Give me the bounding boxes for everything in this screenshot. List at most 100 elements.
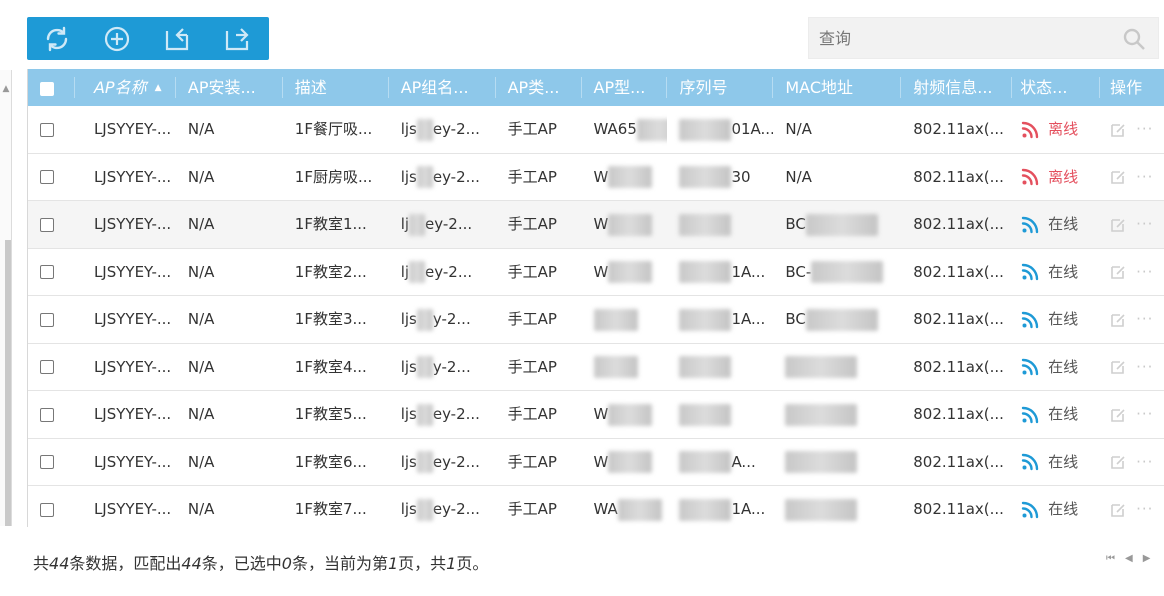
actions-cell: ··· [1100, 391, 1164, 438]
wifi-online-icon [1020, 263, 1048, 281]
actions-cell: ··· [1100, 439, 1164, 486]
row-checkbox[interactable] [40, 170, 54, 184]
refresh-button[interactable] [27, 17, 87, 60]
row-checkbox[interactable] [40, 122, 54, 137]
export-button[interactable] [207, 17, 267, 60]
description-cell: 1F教室6... [294, 452, 367, 471]
redaction-blur [608, 403, 653, 426]
model-text: W [593, 452, 609, 471]
col-header-ap-name[interactable]: AP名称 ▲ [75, 69, 176, 106]
edit-icon[interactable] [1110, 264, 1126, 280]
table-row[interactable]: LJSYYEY-... N/A 1F厨房吸... ljs ey-2... 手工AP W 30 N… [28, 154, 1164, 201]
more-actions-icon[interactable]: ··· [1136, 358, 1153, 376]
row-checkbox[interactable] [40, 455, 54, 469]
select-all-cell[interactable] [28, 69, 75, 106]
col-header-description[interactable]: 描述 [283, 69, 389, 106]
row-select-cell[interactable] [28, 486, 75, 527]
radio-info-cell: 802.11ax(... [913, 405, 1004, 423]
first-page-icon[interactable]: ⏮ [1106, 553, 1125, 564]
table-row[interactable]: LJSYYEY-... N/A 1F教室3... ljs y-2... 手工AP 1A...… [28, 296, 1164, 344]
row-checkbox[interactable] [40, 407, 54, 422]
table-row[interactable]: LJSYYEY-... N/A 1F教室1... lj ey-2... 手工AP W BC 80… [28, 201, 1164, 249]
import-button[interactable] [147, 17, 207, 60]
col-header-status[interactable]: 状态... [1012, 69, 1100, 106]
mac-cell: N/A [773, 154, 901, 201]
edit-icon[interactable] [1110, 502, 1126, 518]
redaction-blur [679, 118, 732, 141]
more-actions-icon[interactable]: ··· [1136, 263, 1153, 281]
wifi-online-icon [1020, 310, 1048, 328]
scrollbar-thumb[interactable] [5, 240, 11, 526]
row-select-cell[interactable] [28, 344, 75, 391]
table-row[interactable]: LJSYYEY-... N/A 1F教室6... ljs ey-2... 手工AP W A..… [28, 439, 1164, 486]
col-header-type[interactable]: AP类... [496, 69, 582, 106]
row-select-cell[interactable] [28, 439, 75, 486]
row-select-cell[interactable] [28, 391, 75, 438]
edit-icon[interactable] [1110, 122, 1126, 138]
redaction-blur [679, 213, 732, 236]
edit-icon[interactable] [1110, 359, 1126, 375]
edit-icon[interactable] [1110, 169, 1126, 185]
more-actions-icon[interactable]: ··· [1136, 168, 1153, 186]
group-suffix: ey-2... [425, 215, 473, 233]
description-cell: 1F教室7... [294, 500, 367, 518]
row-checkbox[interactable] [40, 502, 54, 517]
row-select-cell[interactable] [28, 296, 75, 343]
group-cell: ljs ey-2... [389, 391, 496, 438]
table-row[interactable]: LJSYYEY-... N/A 1F餐厅吸... ljs ey-2... 手工AP WA65… [28, 106, 1164, 154]
search-box[interactable] [808, 17, 1159, 59]
table-row[interactable]: LJSYYEY-... N/A 1F教室7... ljs ey-2... 手工AP WA 1A… [28, 486, 1164, 527]
row-checkbox[interactable] [40, 217, 54, 232]
more-actions-icon[interactable]: ··· [1136, 453, 1153, 471]
table-row[interactable]: LJSYYEY-... N/A 1F教室4... ljs y-2... 手工AP 802.1… [28, 344, 1164, 391]
table-row[interactable]: LJSYYEY-... N/A 1F教室2... lj ey-2... 手工AP W 1A..… [28, 249, 1164, 296]
row-select-cell[interactable] [28, 154, 75, 201]
prev-page-icon[interactable]: ◀ [1125, 553, 1143, 564]
more-actions-icon[interactable]: ··· [1136, 215, 1153, 233]
search-input[interactable] [809, 18, 1109, 58]
table-row[interactable]: LJSYYEY-... N/A 1F教室5... ljs ey-2... 手工AP W 802… [28, 391, 1164, 439]
more-actions-icon[interactable]: ··· [1136, 310, 1153, 328]
row-checkbox[interactable] [40, 312, 54, 327]
col-header-radio[interactable]: 射频信息... [901, 69, 1013, 106]
col-header-install[interactable]: AP安装... [176, 69, 283, 106]
description-cell: 1F教室1... [294, 215, 367, 233]
row-select-cell[interactable] [28, 201, 75, 248]
add-button[interactable] [87, 17, 147, 60]
col-header-model[interactable]: AP型... [582, 69, 668, 106]
edit-icon[interactable] [1110, 454, 1126, 470]
serial-cell: A... [667, 439, 773, 486]
left-panel-scrollbar[interactable]: ▲ [0, 70, 12, 526]
next-page-icon[interactable]: ▶ [1143, 553, 1161, 564]
actions-cell: ··· [1100, 296, 1164, 343]
select-all-checkbox[interactable] [40, 81, 54, 96]
edit-icon[interactable] [1110, 312, 1126, 328]
redaction-blur [416, 498, 433, 521]
redaction-blur [679, 261, 732, 283]
install-cell: N/A [187, 405, 215, 423]
col-header-mac[interactable]: MAC地址 [773, 69, 902, 106]
summary-text: 共 [33, 554, 50, 573]
mac-text: BC- [785, 262, 812, 281]
row-checkbox[interactable] [40, 360, 54, 374]
more-actions-icon[interactable]: ··· [1136, 500, 1153, 518]
sort-asc-icon[interactable]: ▲ [155, 70, 162, 106]
col-header-group[interactable]: AP组名... [389, 69, 496, 106]
edit-icon[interactable] [1110, 217, 1126, 233]
row-checkbox[interactable] [40, 265, 54, 279]
row-select-cell[interactable] [28, 249, 75, 296]
group-cell: ljs ey-2... [389, 106, 496, 153]
col-header-serial[interactable]: 序列号 [667, 69, 774, 106]
more-actions-icon[interactable]: ··· [1136, 405, 1153, 423]
redaction-blur [811, 261, 884, 283]
col-header-actions: 操作 [1100, 69, 1164, 106]
description-cell: 1F教室4... [294, 357, 367, 376]
edit-icon[interactable] [1110, 407, 1126, 423]
search-icon[interactable] [1122, 27, 1146, 51]
row-select-cell[interactable] [28, 106, 75, 153]
scroll-up-arrow-icon[interactable]: ▲ [0, 84, 12, 94]
serial-cell: 1A... [667, 296, 773, 343]
col-header-label: AP安装... [187, 78, 256, 97]
more-actions-icon[interactable]: ··· [1136, 120, 1153, 138]
model-cell: W [582, 249, 668, 296]
